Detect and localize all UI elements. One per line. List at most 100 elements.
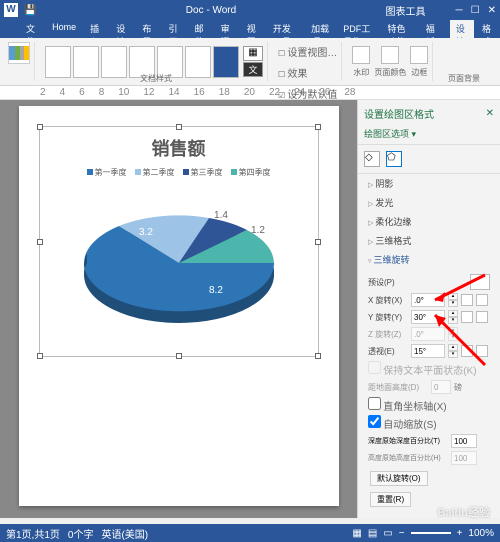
rot-icon[interactable]	[461, 311, 473, 323]
default-rotation-button[interactable]: 默认旋转(O)	[370, 471, 428, 486]
status-page[interactable]: 第1页,共1页	[6, 526, 60, 541]
zoom-slider[interactable]	[411, 532, 451, 534]
ribbon-tab[interactable]: 开发工具	[267, 20, 303, 38]
ribbon-tab[interactable]: 视图	[241, 20, 265, 38]
data-label: 3.2	[139, 227, 153, 238]
resize-handle[interactable]	[37, 124, 43, 130]
ribbon-tab[interactable]: 设计	[450, 20, 474, 38]
effects-tab-icon[interactable]: ⬠	[386, 151, 402, 167]
depth-input[interactable]	[451, 434, 477, 448]
spin-up[interactable]: ▴	[448, 293, 458, 300]
view-icon[interactable]: ▭	[383, 528, 392, 539]
spin-down[interactable]: ▾	[448, 351, 458, 358]
rot-icon[interactable]	[476, 311, 488, 323]
resize-handle[interactable]	[37, 353, 43, 359]
window-minimize-icon[interactable]: ─	[456, 5, 463, 16]
section-rot3d[interactable]: 三维旋转	[358, 250, 500, 269]
page-color-icon[interactable]	[381, 46, 399, 64]
resize-handle[interactable]	[315, 353, 321, 359]
spin-up[interactable]: ▴	[448, 310, 458, 317]
status-lang[interactable]: 英语(美国)	[101, 526, 148, 541]
zoom-out-icon[interactable]: −	[399, 528, 405, 539]
resize-handle[interactable]	[315, 239, 321, 245]
autoscale-checkbox[interactable]	[368, 415, 381, 428]
legend-item[interactable]: 第一季度	[87, 167, 127, 178]
ribbon-option[interactable]: ☑ 设为默认值	[278, 86, 337, 101]
data-label: 1.4	[214, 210, 228, 221]
window-restore-icon[interactable]: ☐	[471, 5, 480, 16]
qat-save-icon[interactable]: 💾	[24, 5, 36, 16]
fill-tab-icon[interactable]: ◇	[364, 151, 380, 167]
spin-up[interactable]: ▴	[448, 344, 458, 351]
ribbon-tab[interactable]: 引用	[162, 20, 186, 38]
ribbon-tab[interactable]: 插入	[84, 20, 108, 38]
section-fmt3d[interactable]: 三维格式	[358, 231, 500, 250]
layout-button[interactable]: ▦	[243, 46, 263, 61]
ribbon-tab[interactable]: 加载项	[305, 20, 335, 38]
pie-chart[interactable]: 8.2 3.2 1.4 1.2	[59, 188, 299, 338]
ribbon-option[interactable]: ☐ 设置视图…	[278, 44, 337, 59]
ribbon-option[interactable]: ☐ 效果	[278, 65, 307, 80]
style-thumb[interactable]	[45, 46, 71, 78]
ribbon-tab[interactable]: PDF工具集	[337, 20, 379, 38]
persp-input[interactable]	[411, 344, 445, 358]
rot-icon[interactable]	[461, 294, 473, 306]
rightangle-checkbox[interactable]	[368, 397, 381, 410]
ribbon-tab[interactable]: 布局	[136, 20, 160, 38]
window-close-icon[interactable]: ✕	[488, 5, 496, 16]
resize-handle[interactable]	[176, 124, 182, 130]
preset-dropdown[interactable]	[470, 274, 490, 290]
legend-item[interactable]: 第二季度	[135, 167, 175, 178]
resize-handle[interactable]	[315, 124, 321, 130]
status-words[interactable]: 0个字	[68, 526, 94, 541]
section-soft[interactable]: 柔化边缘	[358, 212, 500, 231]
rot-icon[interactable]	[476, 345, 488, 357]
style-thumb[interactable]	[101, 46, 127, 78]
ribbon-tab[interactable]: 特色功能	[382, 20, 418, 38]
view-icon[interactable]: ▤	[368, 528, 377, 539]
chart-style-button[interactable]	[8, 42, 30, 64]
ribbon-tab[interactable]: 审阅	[215, 20, 239, 38]
yrot-input[interactable]	[411, 310, 445, 324]
ribbon-tab[interactable]: 文件	[20, 20, 44, 38]
spin-down[interactable]: ▾	[448, 317, 458, 324]
document-area[interactable]: 销售额 第一季度第二季度第三季度第四季度 8.2 3.2	[0, 100, 357, 518]
zoom-in-icon[interactable]: +	[457, 528, 463, 539]
resize-handle[interactable]	[176, 353, 182, 359]
chart-title[interactable]: 销售额	[48, 135, 310, 161]
border-icon[interactable]	[410, 46, 428, 64]
style-thumb[interactable]	[213, 46, 239, 78]
horizontal-ruler[interactable]: 246810121416182022242628	[0, 86, 500, 100]
title-bar: W 💾 Doc - Word 图表工具 ─ ☐ ✕	[0, 0, 500, 20]
section-glow[interactable]: 发光	[358, 193, 500, 212]
ribbon-tab[interactable]: 邮件	[189, 20, 213, 38]
ribbon-tab[interactable]: 福昕P	[420, 20, 448, 38]
legend-item[interactable]: 第三季度	[183, 167, 223, 178]
chart-object[interactable]: 销售额 第一季度第二季度第三季度第四季度 8.2 3.2	[39, 126, 319, 357]
zoom-level[interactable]: 100%	[468, 528, 494, 539]
xrot-input[interactable]	[411, 293, 445, 307]
ribbon-tab[interactable]: 设计	[110, 20, 134, 38]
font-button[interactable]: 文	[243, 62, 263, 77]
ribbon-tab[interactable]: Home	[46, 20, 82, 38]
ribbon-tab[interactable]: 格式	[476, 20, 500, 38]
rot-icon[interactable]	[461, 345, 473, 357]
legend-item[interactable]: 第四季度	[231, 167, 271, 178]
reset-button[interactable]: 重置(R)	[370, 492, 411, 507]
flat-checkbox	[368, 361, 381, 374]
rot-icon[interactable]	[476, 294, 488, 306]
resize-handle[interactable]	[37, 239, 43, 245]
pane-subtitle[interactable]: 绘图区选项 ▾	[358, 127, 500, 145]
view-icon[interactable]: ▦	[352, 528, 361, 539]
chart-legend[interactable]: 第一季度第二季度第三季度第四季度	[48, 167, 310, 178]
section-shadow[interactable]: 阴影	[358, 174, 500, 193]
ribbon: ▦ 文 ☐ 设置视图… ☐ 效果 ☑ 设为默认值 水印 页面颜色 边框 文档样式…	[0, 38, 500, 86]
format-pane: 设置绘图区格式 ✕ 绘图区选项 ▾ ◇ ⬠ 阴影 发光 柔化边缘 三维格式 三维…	[357, 100, 500, 518]
style-thumb[interactable]	[73, 46, 99, 78]
dist-input	[431, 380, 451, 394]
ribbon-group-label: 页面背景	[448, 73, 480, 84]
spin-down[interactable]: ▾	[448, 300, 458, 307]
style-thumb[interactable]	[185, 46, 211, 78]
watermark-icon[interactable]	[352, 46, 370, 64]
pane-close-icon[interactable]: ✕	[486, 108, 494, 119]
